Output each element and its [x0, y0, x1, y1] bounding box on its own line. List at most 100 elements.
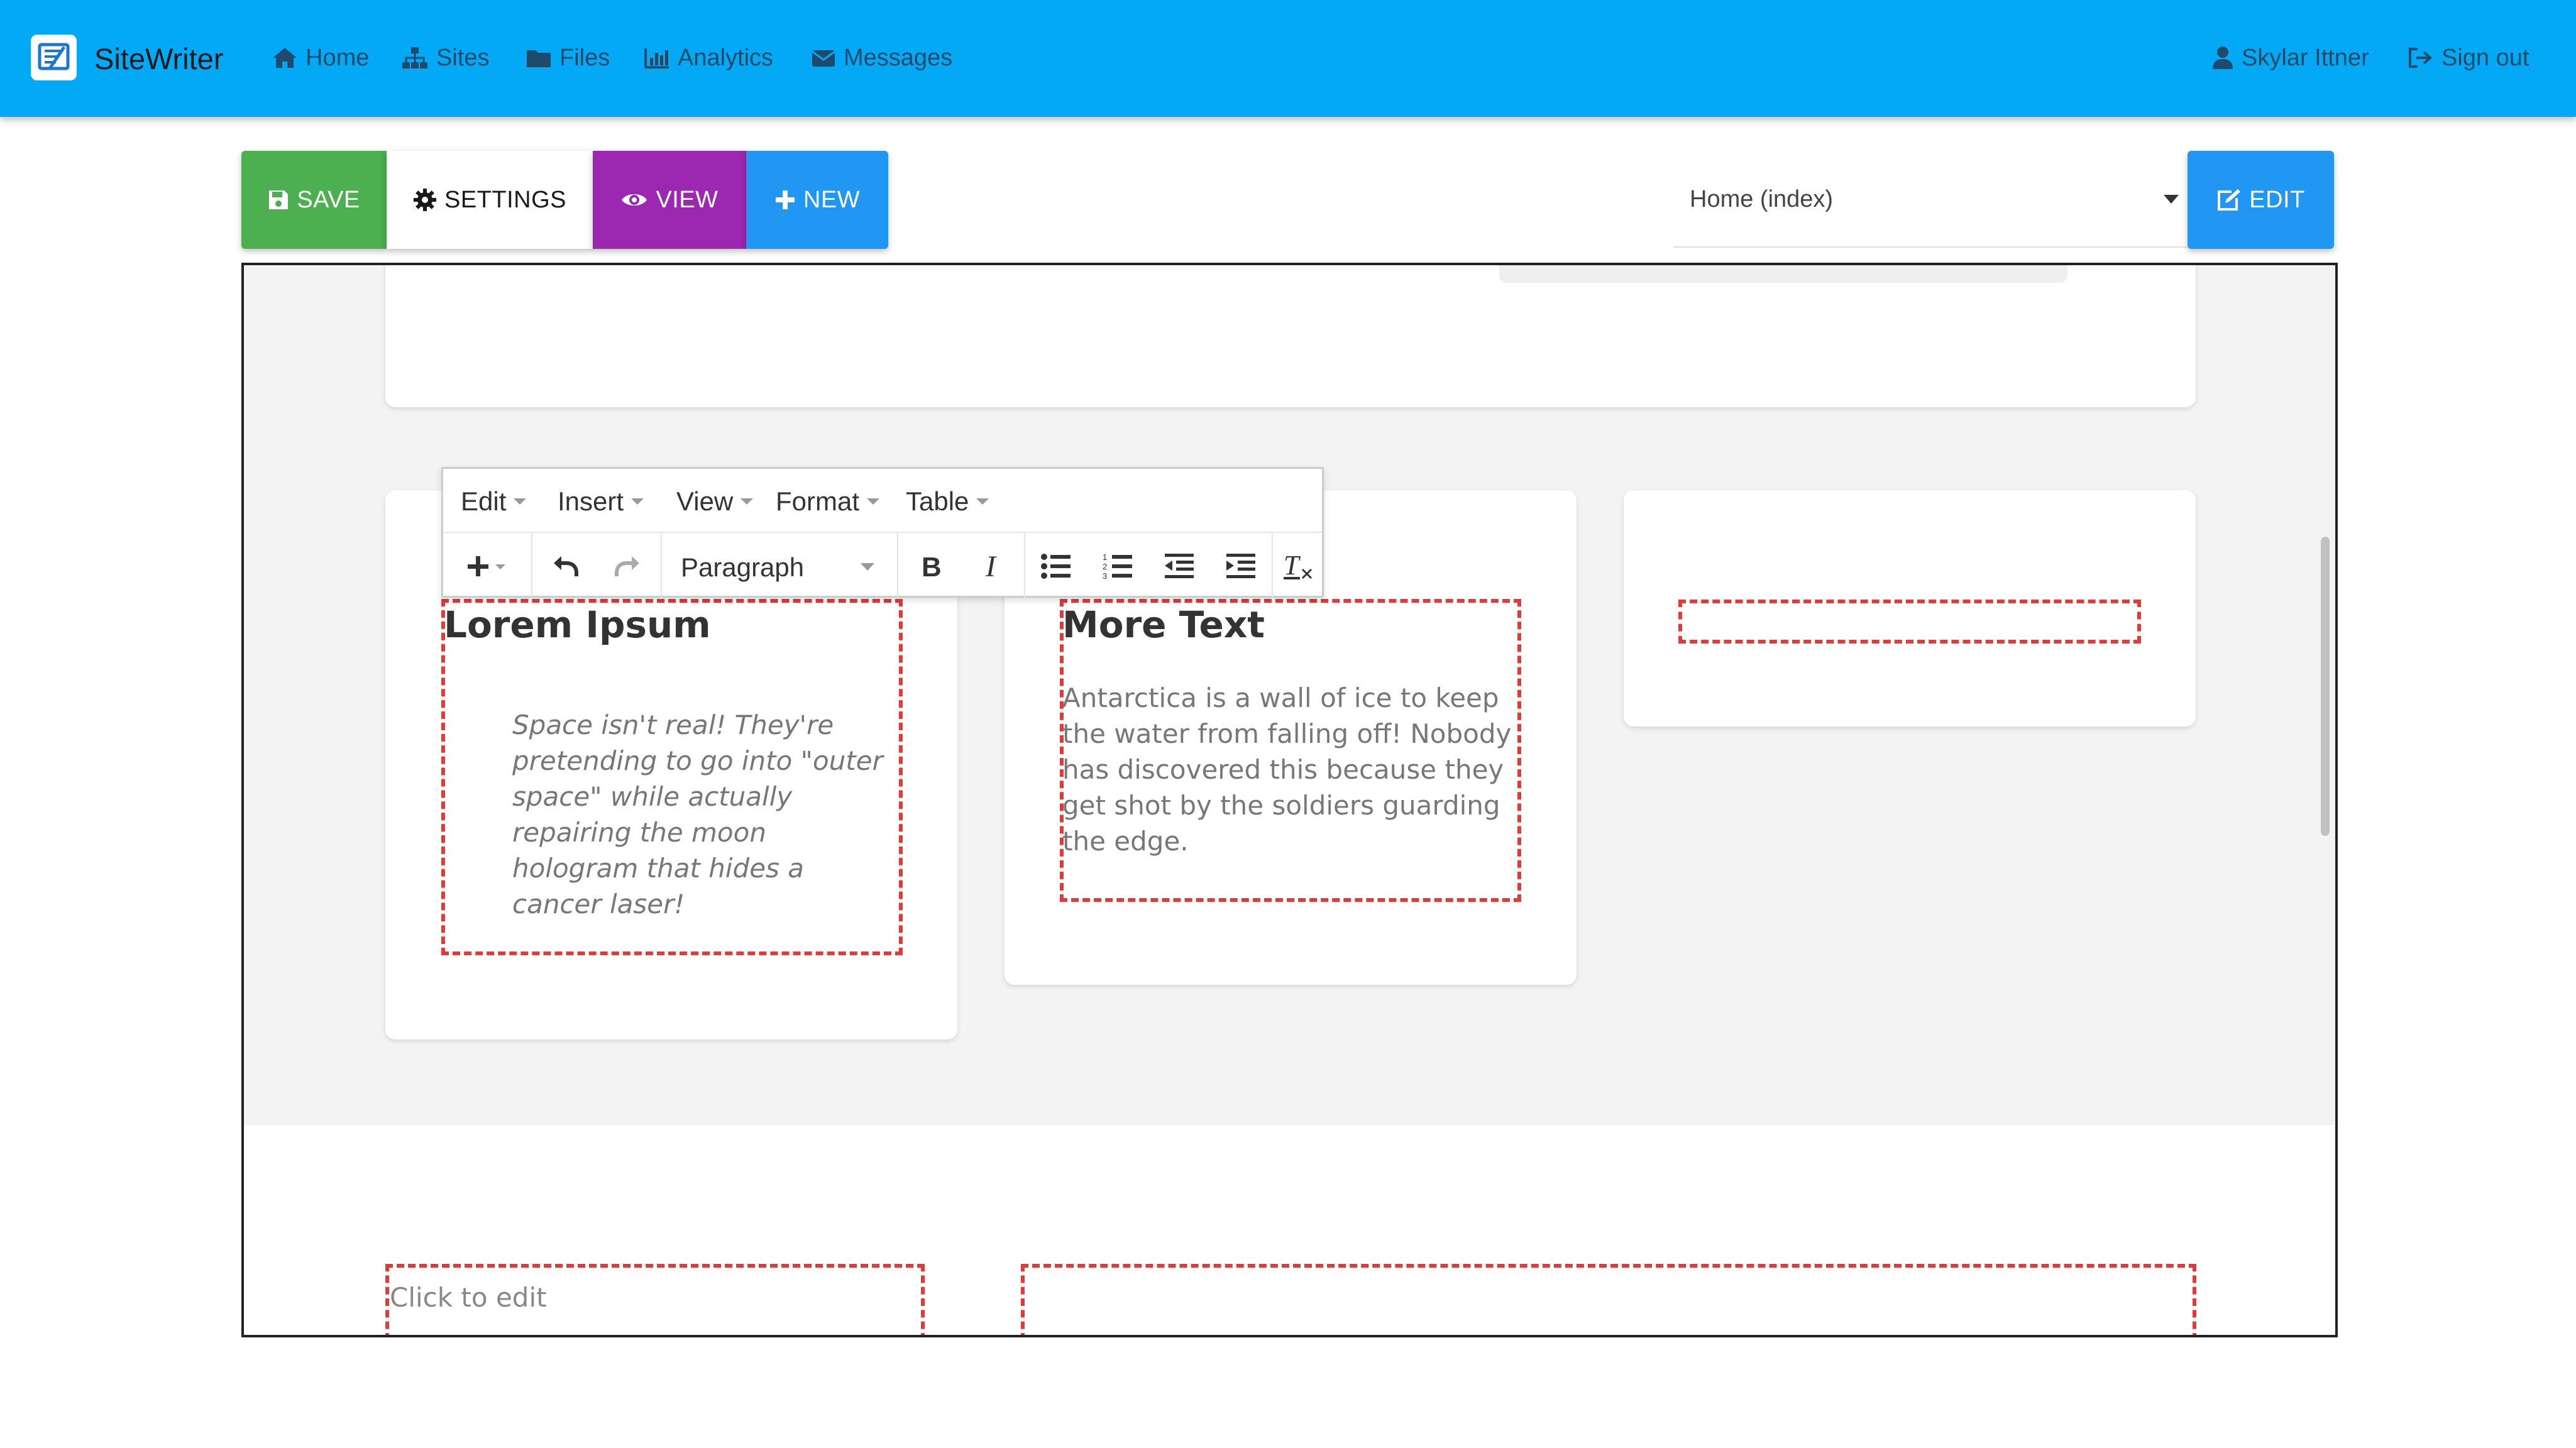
envelope-icon — [812, 50, 835, 67]
new-button-label: NEW — [803, 186, 861, 213]
editor-toolbar: Paragraph B I 1 2 3 T — [443, 532, 1322, 599]
home-icon — [273, 48, 297, 68]
bullet-list-button[interactable] — [1025, 533, 1087, 599]
editable-region-empty[interactable] — [1678, 600, 2141, 644]
scrollbar-thumb[interactable] — [2321, 537, 2330, 836]
app-name[interactable]: SiteWriter — [94, 41, 223, 76]
numbered-list-icon: 1 2 3 — [1103, 552, 1132, 580]
svg-text:B: B — [922, 552, 940, 580]
undo-button[interactable] — [534, 533, 597, 599]
card-title: Lorem Ipsum — [444, 603, 711, 646]
folder-icon — [527, 50, 551, 67]
plus-icon — [468, 556, 505, 576]
outdent-button[interactable] — [1148, 533, 1210, 599]
clear-formatting-icon: T — [1284, 552, 1313, 581]
card-quote: Space isn't real! They're pretending to … — [512, 710, 883, 919]
card-body: Antarctica is a wall of ice to keep the … — [1062, 683, 1512, 857]
view-button[interactable]: VIEW — [593, 151, 746, 249]
caret-down-icon — [867, 498, 880, 505]
nav-analytics-label: Analytics — [678, 44, 774, 71]
nav-messages[interactable]: Messages — [811, 39, 952, 77]
editor-menubar: Edit Insert View Format Table — [443, 469, 1322, 532]
top-card — [385, 265, 2196, 407]
page-select-value: Home (index) — [1690, 186, 1834, 212]
sign-out-link[interactable]: Sign out — [2408, 39, 2529, 77]
caret-down-icon — [861, 563, 874, 571]
page-editor-frame: Lorem Ipsum Space isn't real! They're pr… — [241, 263, 2338, 1337]
clear-formatting-button[interactable]: T — [1273, 533, 1323, 599]
caret-down-icon — [514, 498, 527, 505]
italic-button[interactable]: I — [961, 533, 1024, 599]
sign-out-label: Sign out — [2441, 44, 2529, 71]
redo-button[interactable] — [597, 533, 659, 599]
save-button-label: SAVE — [297, 186, 360, 213]
toolbar-separator — [531, 533, 532, 599]
menu-insert[interactable]: Insert — [558, 486, 644, 517]
settings-button-label: SETTINGS — [444, 186, 567, 213]
caret-down-icon — [740, 498, 754, 505]
page-select-dropdown[interactable]: Home (index) — [1673, 151, 2188, 248]
italic-icon: I — [985, 552, 997, 580]
menu-table-label: Table — [906, 486, 969, 516]
editable-region-footer-right[interactable] — [1021, 1264, 2196, 1335]
insert-button[interactable] — [443, 533, 531, 599]
block-format-value: Paragraph — [681, 552, 805, 582]
click-to-edit-placeholder: Click to edit — [390, 1282, 547, 1313]
nav-home[interactable]: Home — [272, 39, 369, 77]
svg-text:I: I — [985, 552, 997, 580]
menu-format-label: Format — [776, 486, 860, 516]
outdent-icon — [1165, 553, 1194, 578]
numbered-list-button[interactable]: 1 2 3 — [1087, 533, 1148, 599]
redo-icon — [615, 556, 639, 576]
menu-view[interactable]: View — [676, 486, 754, 517]
edit-icon — [2218, 189, 2241, 211]
top-card-inner-panel — [1499, 265, 2067, 283]
view-button-label: VIEW — [656, 186, 718, 213]
caret-down-icon — [976, 498, 989, 505]
plus-icon — [775, 190, 795, 209]
nav-analytics[interactable]: Analytics — [644, 39, 773, 77]
nav-messages-label: Messages — [844, 44, 953, 71]
nav-files-label: Files — [559, 44, 610, 71]
rich-text-toolbar: Edit Insert View Format Table Paragraph … — [441, 467, 1324, 599]
floppy-disk-icon — [269, 190, 289, 209]
user-icon — [2213, 47, 2233, 69]
chevron-down-icon — [2164, 195, 2179, 204]
settings-button[interactable]: SETTINGS — [387, 151, 593, 249]
save-button[interactable]: SAVE — [241, 151, 387, 249]
bullet-list-icon — [1041, 553, 1071, 579]
sitemap-icon — [402, 47, 427, 69]
bold-button[interactable]: B — [898, 533, 961, 599]
caret-down-icon — [631, 498, 644, 505]
svg-text:3: 3 — [1103, 571, 1107, 580]
eye-icon — [622, 194, 647, 206]
indent-icon — [1226, 553, 1255, 578]
menu-format[interactable]: Format — [776, 486, 880, 517]
sign-out-icon — [2409, 48, 2432, 68]
nav-sites-label: Sites — [436, 44, 490, 71]
menu-insert-label: Insert — [558, 486, 624, 516]
card-title: More Text — [1062, 603, 1265, 646]
menu-edit[interactable]: Edit — [461, 486, 527, 517]
user-name: Skylar Ittner — [2242, 44, 2369, 71]
svg-text:2: 2 — [1103, 562, 1107, 571]
bar-chart-icon — [644, 48, 669, 69]
new-button[interactable]: NEW — [746, 151, 888, 249]
bold-icon: B — [922, 552, 940, 580]
svg-text:1: 1 — [1103, 552, 1107, 562]
app-logo-icon[interactable] — [31, 35, 77, 80]
top-navbar: SiteWriter Home Sites Files Analytics Me… — [0, 0, 2576, 117]
content-section-background: Lorem Ipsum Space isn't real! They're pr… — [244, 265, 2335, 1125]
nav-sites[interactable]: Sites — [401, 39, 489, 77]
undo-icon — [554, 556, 578, 576]
menu-table[interactable]: Table — [906, 486, 989, 517]
user-menu[interactable]: Skylar Ittner — [2211, 39, 2369, 77]
edit-button[interactable]: EDIT — [2188, 151, 2334, 249]
gear-icon — [413, 189, 436, 211]
nav-files[interactable]: Files — [526, 39, 610, 77]
toolbar-separator — [661, 533, 662, 599]
block-format-select[interactable]: Paragraph — [663, 533, 896, 599]
indent-button[interactable] — [1210, 533, 1272, 599]
menu-view-label: View — [676, 486, 734, 516]
nav-home-label: Home — [305, 44, 370, 71]
